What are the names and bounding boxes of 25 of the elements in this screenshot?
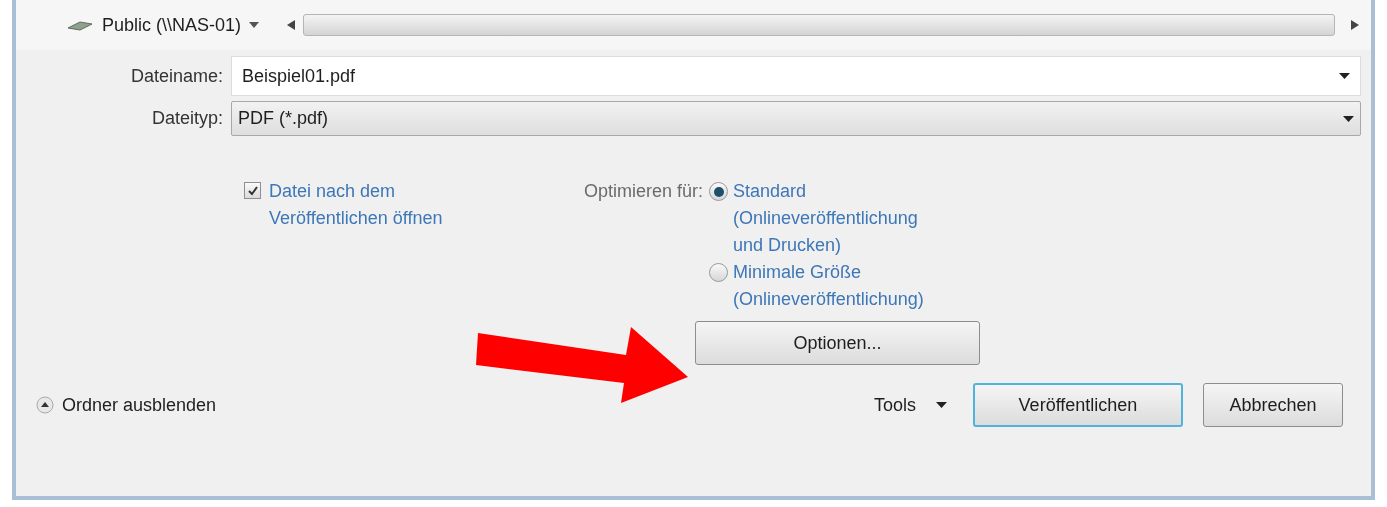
field-label: Dateiname:	[129, 64, 224, 88]
dropdown-arrow-icon[interactable]	[936, 402, 947, 408]
filetype-dropdown[interactable]: PDF (*.pdf)	[231, 101, 1361, 136]
dropdown-arrow-icon[interactable]	[1343, 115, 1354, 122]
scroll-left-icon[interactable]	[287, 20, 296, 30]
hide-folders-link[interactable]: Ordner ausblenden	[62, 391, 217, 419]
checkbox[interactable]	[244, 182, 261, 199]
radio-label[interactable]: Minimale Größe (Onlineveröffentlichung)	[733, 259, 939, 313]
radio-button[interactable]	[709, 263, 729, 282]
radio-button[interactable]	[709, 182, 729, 201]
dialog-button[interactable]: Abbrechen	[1203, 383, 1343, 427]
filename-field[interactable]: Beispiel01.pdf	[231, 56, 1361, 96]
options-button[interactable]: Optionen...	[695, 321, 980, 365]
dropdown-arrow-icon[interactable]	[1339, 73, 1350, 79]
dialog-button[interactable]: Veröffentlichen	[973, 383, 1183, 427]
tools-menu[interactable]: Tools	[873, 391, 916, 419]
radio-label[interactable]: Standard (Onlineveröffentlichung und Drucken)	[733, 178, 939, 259]
network-drive-icon	[66, 18, 94, 32]
dropdown-arrow-icon[interactable]	[249, 22, 260, 28]
scroll-right-icon[interactable]	[1351, 20, 1359, 30]
field-label: Dateityp:	[150, 107, 224, 130]
collapse-icon[interactable]	[36, 396, 54, 414]
checkbox-label[interactable]: Datei nach dem Veröffentlichen öffnen	[269, 178, 494, 232]
location-label[interactable]: Public (\\NAS-01)	[102, 11, 242, 39]
optimize-label: Optimieren für:	[584, 180, 704, 203]
